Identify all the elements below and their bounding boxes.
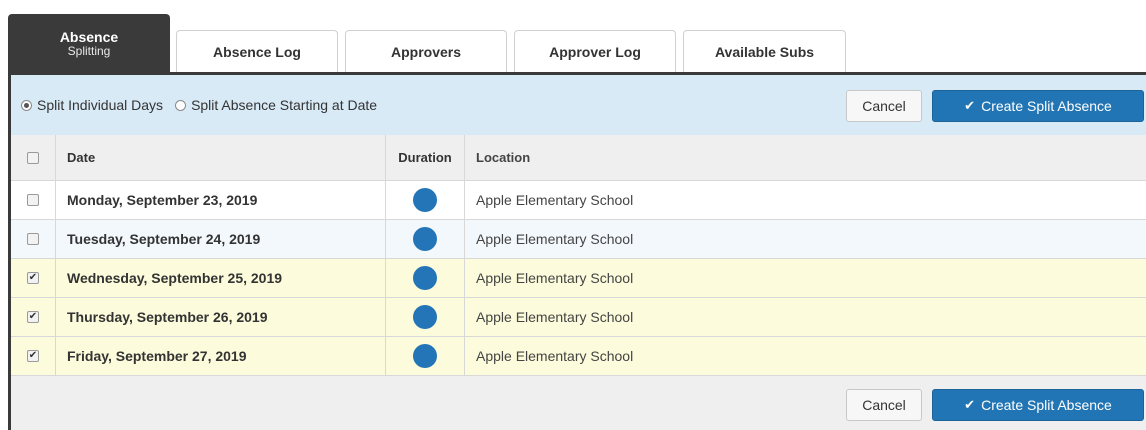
tab-approvers[interactable]: Approvers: [345, 30, 507, 72]
table-row[interactable]: ✔ Friday, September 27, 2019 Apple Eleme…: [11, 337, 1146, 376]
column-header-location[interactable]: Location: [465, 135, 1146, 180]
cancel-button-label: Cancel: [862, 98, 906, 114]
row-date: Friday, September 27, 2019: [56, 337, 386, 375]
table-row[interactable]: Monday, September 23, 2019 Apple Element…: [11, 181, 1146, 220]
row-duration: [386, 259, 465, 297]
split-individual-days-label[interactable]: Split Individual Days: [37, 97, 163, 113]
row-checkbox[interactable]: [27, 194, 39, 206]
row-location: Apple Elementary School: [476, 231, 634, 247]
row-date: Monday, September 23, 2019: [56, 181, 386, 219]
column-header-date[interactable]: Date: [56, 135, 386, 180]
row-duration: [386, 337, 465, 375]
tab-label: Absence: [59, 28, 119, 45]
absence-splitting-panel: Split Individual Days Split Absence Star…: [8, 72, 1146, 430]
row-checkbox-checked[interactable]: ✔: [27, 350, 39, 362]
row-checkbox-cell: ✔: [11, 337, 56, 375]
row-location: Apple Elementary School: [476, 192, 634, 208]
full-day-duration-icon: [413, 188, 437, 212]
row-date: Wednesday, September 25, 2019: [56, 259, 386, 297]
split-starting-at-date-radio[interactable]: [175, 99, 187, 111]
full-day-duration-icon: [413, 344, 437, 368]
tab-label: Approvers: [390, 43, 462, 60]
row-duration: [386, 298, 465, 336]
create-split-absence-label: Create Split Absence: [981, 98, 1112, 114]
row-checkbox-cell: ✔: [11, 259, 56, 297]
select-all-checkbox[interactable]: [27, 151, 39, 164]
tab-sublabel: Splitting: [67, 43, 111, 58]
row-checkbox-cell: [11, 220, 56, 258]
tab-label: Available Subs: [714, 43, 815, 60]
row-checkbox-cell: [11, 181, 56, 219]
table-row[interactable]: Tuesday, September 24, 2019 Apple Elemen…: [11, 220, 1146, 259]
split-individual-days-radio[interactable]: [21, 99, 32, 111]
row-location: Apple Elementary School: [476, 270, 634, 286]
tab-absence-log[interactable]: Absence Log: [176, 30, 338, 72]
cancel-button-label: Cancel: [862, 397, 906, 413]
absence-days-table: Date Duration Location Monday, September…: [11, 135, 1146, 376]
row-location: Apple Elementary School: [476, 348, 634, 364]
create-split-absence-label: Create Split Absence: [981, 397, 1112, 413]
panel-footer: Cancel ✔ Create Split Absence: [11, 378, 1146, 430]
footer-cancel-button[interactable]: Cancel: [846, 389, 922, 421]
tab-label: Absence Log: [213, 43, 301, 60]
row-date: Thursday, September 26, 2019: [56, 298, 386, 336]
row-checkbox[interactable]: [27, 233, 39, 245]
full-day-duration-icon: [413, 305, 437, 329]
full-day-duration-icon: [413, 266, 437, 290]
split-toolbar: Split Individual Days Split Absence Star…: [11, 75, 1146, 135]
split-mode-radio-group: Split Individual Days Split Absence Star…: [21, 97, 389, 113]
check-icon: ✔: [964, 98, 976, 113]
row-date: Tuesday, September 24, 2019: [56, 220, 386, 258]
full-day-duration-icon: [413, 227, 437, 251]
row-duration: [386, 181, 465, 219]
tab-bar: Absence Splitting Absence Log Approvers …: [0, 0, 1146, 72]
row-location: Apple Elementary School: [476, 309, 634, 325]
table-header-row: Date Duration Location: [11, 135, 1146, 181]
tab-label: Approver Log: [549, 43, 641, 60]
create-split-absence-button[interactable]: ✔ Create Split Absence: [932, 90, 1144, 122]
column-header-duration[interactable]: Duration: [386, 135, 465, 180]
table-row[interactable]: ✔ Thursday, September 26, 2019 Apple Ele…: [11, 298, 1146, 337]
table-row[interactable]: ✔ Wednesday, September 25, 2019 Apple El…: [11, 259, 1146, 298]
tab-available-subs[interactable]: Available Subs: [683, 30, 846, 72]
row-checkbox-cell: ✔: [11, 298, 56, 336]
footer-create-split-absence-button[interactable]: ✔ Create Split Absence: [932, 389, 1144, 421]
row-duration: [386, 220, 465, 258]
check-icon: ✔: [964, 397, 976, 412]
row-checkbox-checked[interactable]: ✔: [27, 272, 39, 284]
split-starting-at-date-label[interactable]: Split Absence Starting at Date: [191, 97, 377, 113]
header-checkbox-cell: [11, 135, 56, 180]
tab-approver-log[interactable]: Approver Log: [514, 30, 676, 72]
row-checkbox-checked[interactable]: ✔: [27, 311, 39, 323]
tab-absence-splitting[interactable]: Absence Splitting: [8, 14, 170, 72]
cancel-button[interactable]: Cancel: [846, 90, 922, 122]
